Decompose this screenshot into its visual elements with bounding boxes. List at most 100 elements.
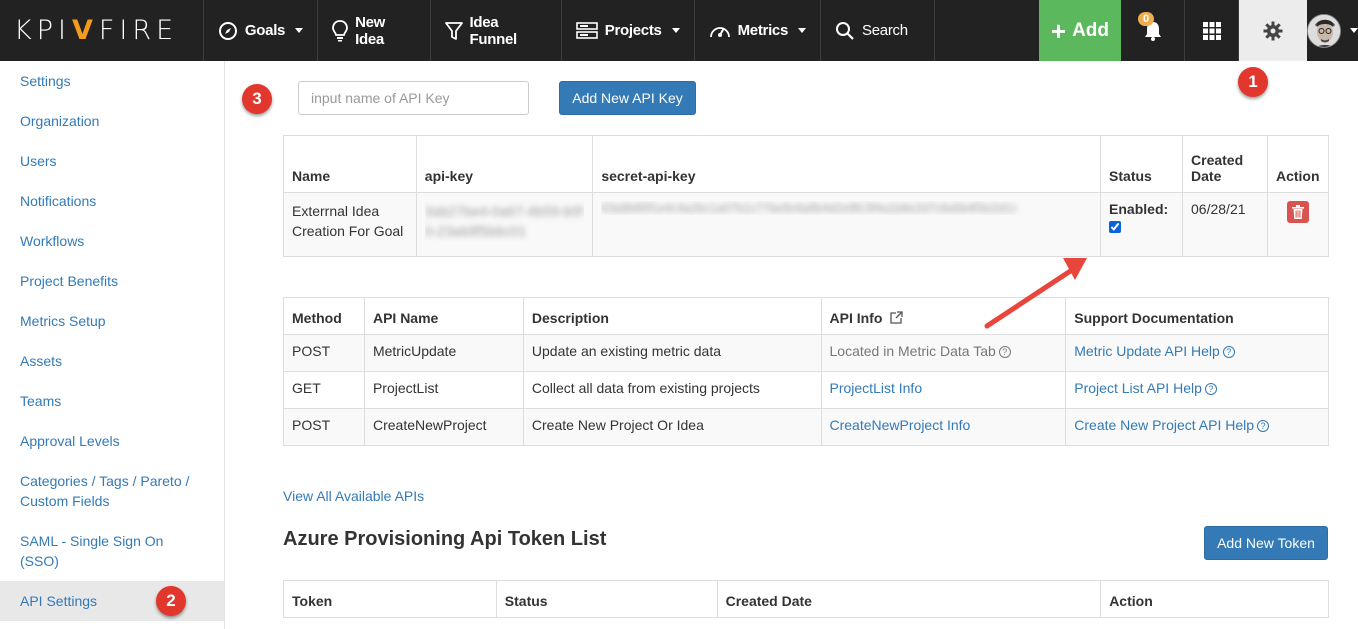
sidebar-item-saml-sso[interactable]: SAML - Single Sign On (SSO) <box>0 521 224 581</box>
docs-link[interactable]: Create New Project API Help <box>1074 417 1254 433</box>
user-photo-icon <box>1308 14 1341 47</box>
api-keys-table: Name api-key secret-api-key Status Creat… <box>283 135 1330 257</box>
col-header-status: Status <box>495 580 718 618</box>
top-nav: KPI V FIRE Goals New Idea Idea Funnel Proj… <box>0 0 1358 61</box>
col-header-token: Token <box>283 580 497 618</box>
delete-key-button[interactable] <box>1286 201 1309 223</box>
nav-new-idea[interactable]: New Idea <box>318 0 431 61</box>
gauge-icon <box>709 26 730 37</box>
external-link-icon <box>890 311 903 324</box>
caret-down-icon <box>295 28 304 33</box>
lightbulb-icon <box>332 19 349 41</box>
help-icon[interactable]: ? <box>1257 420 1270 432</box>
created-date: 06/28/21 <box>1182 192 1268 257</box>
step-marker-3: 3 <box>242 84 272 114</box>
sidebar-item-users[interactable]: Users <box>0 141 224 181</box>
enabled-checkbox[interactable] <box>1109 221 1122 233</box>
settings-gear-button[interactable] <box>1238 0 1308 61</box>
add-button[interactable]: + Add <box>1038 0 1121 61</box>
notifications-button[interactable]: 0 <box>1121 0 1186 61</box>
api-key-value: 3ab27be4-0a67-4b59-b0f0-23ab9f5b6c01 <box>415 192 594 257</box>
method-cell: GET <box>283 371 365 409</box>
nav-search[interactable]: Search <box>821 0 935 61</box>
avatar <box>1307 13 1342 48</box>
docs-link[interactable]: Metric Update API Help <box>1074 343 1220 359</box>
col-header-api-name: API Name <box>363 297 524 335</box>
method-cell: POST <box>283 408 365 446</box>
table-row: GET ProjectList Collect all data from ex… <box>283 371 1329 409</box>
sidebar-item-assets[interactable]: Assets <box>0 341 224 381</box>
col-header-secret-api-key: secret-api-key <box>592 135 1102 193</box>
table-row: POST CreateNewProject Create New Project… <box>283 408 1329 446</box>
status-cell: Enabled: <box>1100 192 1184 257</box>
table-row: Exterrnal Idea Creation For Goal 3ab27be… <box>283 192 1330 257</box>
description-cell: Collect all data from existing projects <box>522 371 822 409</box>
help-icon[interactable]: ? <box>1204 383 1217 395</box>
grid-icon <box>1202 21 1221 40</box>
view-all-apis-link[interactable]: View All Available APIs <box>283 488 424 504</box>
col-header-method: Method <box>283 297 365 335</box>
docs-cell: Metric Update API Help? <box>1065 334 1329 372</box>
api-key-name-input[interactable] <box>298 81 529 115</box>
server-icon <box>575 21 598 39</box>
sidebar-item-metrics-setup[interactable]: Metrics Setup <box>0 301 224 341</box>
azure-token-table: Token Status Created Date Action <box>283 580 1329 618</box>
description-cell: Create New Project Or Idea <box>522 408 822 446</box>
plus-icon: + <box>1050 15 1067 46</box>
annotation-arrow <box>984 258 1087 329</box>
nav-metrics[interactable]: Metrics <box>695 0 822 61</box>
caret-down-icon <box>798 28 807 33</box>
col-header-created-date: Created Date <box>1182 135 1268 193</box>
sidebar-item-project-benefits[interactable]: Project Benefits <box>0 261 224 301</box>
sidebar-item-teams[interactable]: Teams <box>0 381 224 421</box>
api-info-link[interactable]: CreateNewProject Info <box>830 417 971 433</box>
secret-api-key-value: 63a8b90f1e4c4a2bc1a07b1c77be9c6a8b4d2e9f… <box>592 192 1102 257</box>
col-header-action: Action <box>1100 580 1329 618</box>
sidebar-item-api-settings[interactable]: API Settings <box>0 581 224 621</box>
sidebar-item-categories[interactable]: Categories / Tags / Pareto / Custom Fiel… <box>0 461 224 521</box>
api-name-cell: CreateNewProject <box>363 408 524 446</box>
status-label: Enabled: <box>1109 201 1169 217</box>
api-name-cell: ProjectList <box>363 371 524 409</box>
action-cell <box>1266 192 1330 257</box>
add-new-api-key-button[interactable]: Add New API Key <box>559 81 696 115</box>
kpifire-logo[interactable]: KPI V FIRE <box>0 0 204 61</box>
docs-link[interactable]: Project List API Help <box>1074 380 1202 396</box>
description-cell: Update an existing metric data <box>522 334 822 372</box>
key-name: Exterrnal Idea Creation For Goal <box>283 192 417 257</box>
help-icon[interactable]: ? <box>1222 346 1235 358</box>
apps-grid-button[interactable] <box>1185 0 1239 61</box>
gear-icon <box>1263 21 1283 40</box>
col-header-description: Description <box>522 297 822 335</box>
funnel-icon <box>444 21 463 40</box>
docs-cell: Create New Project API Help? <box>1065 408 1329 446</box>
search-icon <box>836 21 854 40</box>
api-info-cell: ProjectList Info <box>820 371 1067 409</box>
azure-section-title: Azure Provisioning Api Token List <box>283 528 607 550</box>
col-header-created-date: Created Date <box>716 580 1102 618</box>
api-info-link[interactable]: ProjectList Info <box>830 380 923 396</box>
sidebar-item-organization[interactable]: Organization <box>0 101 224 141</box>
step-marker-1: 1 <box>1238 67 1268 97</box>
api-info-cell: CreateNewProject Info <box>820 408 1067 446</box>
sidebar-item-notifications[interactable]: Notifications <box>0 181 224 221</box>
step-marker-2: 2 <box>156 586 186 616</box>
col-header-support-documentation: Support Documentation <box>1065 297 1329 335</box>
nav-idea-funnel[interactable]: Idea Funnel <box>431 0 562 61</box>
add-new-token-button[interactable]: Add New Token <box>1204 526 1328 560</box>
api-name-cell: MetricUpdate <box>363 334 524 372</box>
sidebar-item-workflows[interactable]: Workflows <box>0 221 224 261</box>
sidebar-item-settings[interactable]: Settings <box>0 61 224 101</box>
compass-icon <box>218 21 237 40</box>
sidebar-item-approval-levels[interactable]: Approval Levels <box>0 421 224 461</box>
nav-projects[interactable]: Projects <box>562 0 695 61</box>
method-cell: POST <box>283 334 365 372</box>
user-menu[interactable] <box>1307 0 1358 61</box>
table-row: POST MetricUpdate Update an existing met… <box>283 334 1329 372</box>
nav-goals[interactable]: Goals <box>204 0 319 61</box>
trash-icon <box>1291 205 1304 219</box>
help-icon[interactable]: ? <box>998 346 1011 358</box>
caret-down-icon <box>1350 28 1358 33</box>
caret-down-icon <box>671 28 680 33</box>
